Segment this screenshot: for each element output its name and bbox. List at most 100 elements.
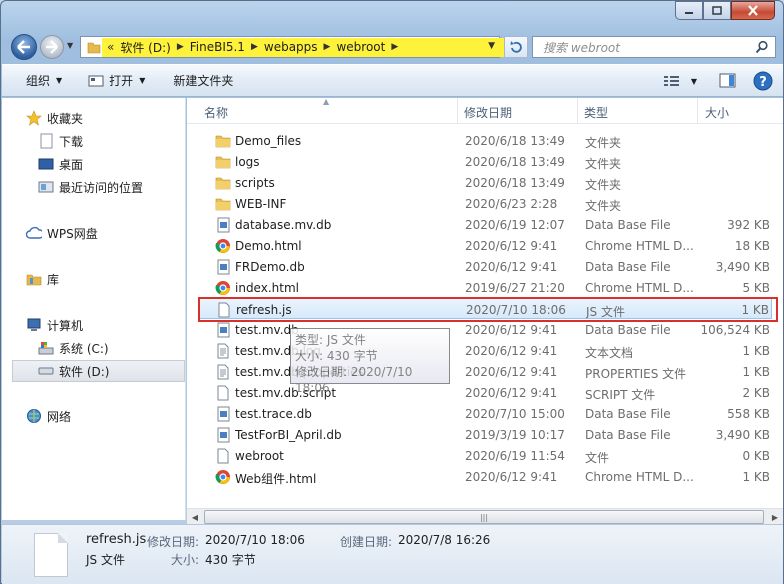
file-row[interactable]: database.mv.db 2020/6/19 12:07 Data Base F… — [198, 214, 772, 235]
file-type: Data Base File — [585, 407, 671, 421]
address-bar[interactable]: « 软件 (D:) ▶ FineBI5.1 ▶ webapps ▶ webroo… — [80, 36, 506, 58]
sort-ascending-icon: ▲ — [323, 98, 330, 106]
open-button[interactable]: 打开 ▼ — [78, 69, 155, 93]
column-divider[interactable] — [697, 98, 698, 124]
refresh-button[interactable] — [504, 36, 528, 58]
file-row[interactable]: webroot 2020/6/19 11:54 文件 0 KB — [198, 445, 772, 466]
file-row[interactable]: test.trace.db 2020/7/10 15:00 Data Base Fi… — [198, 403, 772, 424]
file-row[interactable]: test.mv.db.log 2020/6/12 9:41 文本文档 1 KB — [198, 340, 772, 361]
sidebar-item-drive-d[interactable]: 软件 (D:) — [12, 360, 185, 382]
file-size: 3,490 KB — [715, 260, 770, 274]
file-row[interactable]: scripts 2020/6/18 13:49 文件夹 — [198, 172, 772, 193]
folder-icon — [215, 133, 231, 149]
file-row[interactable]: Web组件.html 2020/6/12 9:41 Chrome HTML D...… — [198, 466, 772, 487]
file-type: PROPERTIES 文件 — [585, 367, 687, 381]
search-icon — [755, 40, 768, 54]
chevron-right-icon[interactable]: ▶ — [389, 42, 400, 52]
address-dropdown[interactable]: ▼ — [488, 41, 495, 51]
file-date: 2020/6/12 9:41 — [465, 470, 558, 484]
chevron-right-icon[interactable]: ▶ — [249, 42, 260, 52]
file-size: 2 KB — [742, 386, 770, 400]
tooltip-modified: 修改日期: 2020/7/10 18:06 — [295, 365, 413, 395]
sidebar-item-network[interactable]: 网络 — [26, 405, 185, 427]
chrome-icon — [215, 238, 231, 254]
file-name: Demo_files — [235, 134, 302, 148]
sidebar-label: 最近访问的位置 — [59, 180, 144, 195]
column-type[interactable]: 类型 — [584, 104, 608, 121]
breadcrumb-webapps[interactable]: webapps — [260, 40, 322, 54]
file-date: 2020/6/19 11:54 — [465, 449, 565, 463]
sidebar-label: 计算机 — [47, 318, 84, 333]
file-size: 1 KB — [742, 365, 770, 379]
preview-pane-icon[interactable] — [719, 73, 737, 89]
column-date[interactable]: 修改日期 — [464, 104, 512, 121]
sidebar-item-computer[interactable]: 计算机 — [26, 314, 185, 336]
file-date: 2020/6/12 9:41 — [465, 239, 558, 253]
horizontal-scrollbar[interactable]: ◀ ||| ▶ — [187, 508, 783, 524]
chevron-down-icon[interactable]: ▼ — [691, 77, 697, 86]
file-size: 558 KB — [727, 407, 770, 421]
sidebar-label: 桌面 — [59, 157, 84, 172]
column-size[interactable]: 大小 — [705, 104, 729, 121]
file-row[interactable]: TestForBI_April.db 2019/3/19 10:17 Data Ba… — [198, 424, 772, 445]
chevron-right-icon[interactable]: ▶ — [322, 42, 333, 52]
close-button[interactable] — [731, 1, 775, 20]
organize-button[interactable]: 组织 ▼ — [16, 69, 72, 93]
sidebar-item-library[interactable]: 库 — [26, 268, 185, 290]
file-row[interactable]: Demo_files 2020/6/18 13:49 文件夹 — [198, 130, 772, 151]
breadcrumb-drive-d[interactable]: 软件 (D:) — [116, 39, 174, 56]
file-size: 3,490 KB — [715, 428, 770, 442]
file-row[interactable]: FRDemo.db 2020/6/12 9:41 Data Base File 3,4… — [198, 256, 772, 277]
file-row[interactable]: Demo.html 2020/6/12 9:41 Chrome HTML D... 1… — [198, 235, 772, 256]
file-row[interactable]: index.html 2019/6/27 21:20 Chrome HTML D..… — [198, 277, 772, 298]
file-row[interactable]: WEB-INF 2020/6/23 2:28 文件夹 — [198, 193, 772, 214]
file-size: 1 KB — [742, 470, 770, 484]
minimize-icon — [685, 11, 693, 14]
sidebar-item-downloads[interactable]: 下载 — [38, 130, 185, 152]
file-type: 文件 — [585, 451, 610, 465]
sidebar-item-favorites[interactable]: 收藏夹 — [26, 107, 185, 129]
close-icon — [748, 5, 758, 16]
column-name[interactable]: 名称 — [204, 104, 228, 121]
chevron-down-icon: ▼ — [139, 76, 146, 85]
file-name: FRDemo.db — [235, 260, 305, 274]
breadcrumb-webroot[interactable]: webroot — [332, 40, 389, 54]
column-divider[interactable] — [457, 98, 458, 124]
scroll-thumb[interactable]: ||| — [204, 510, 764, 524]
breadcrumb-finebi[interactable]: FineBI5.1 — [186, 40, 249, 54]
chrome-icon — [215, 280, 231, 296]
file-row[interactable]: test.mv.db 2020/6/12 9:41 Data Base File 10… — [198, 319, 772, 340]
sidebar-item-drive-c[interactable]: 系统 (C:) — [38, 337, 185, 359]
sidebar-item-recent[interactable]: 最近访问的位置 — [38, 176, 185, 198]
open-label: 打开 — [109, 74, 134, 88]
file-type: Chrome HTML D... — [585, 239, 694, 253]
file-row[interactable]: test.mv.db.properties2020/6/12 9:41PROPE… — [198, 361, 772, 382]
scroll-right-button[interactable]: ▶ — [767, 510, 783, 524]
details-created-label: 创建日期: — [340, 535, 393, 549]
cloud-icon — [26, 225, 42, 241]
forward-button[interactable] — [40, 35, 64, 59]
file-date: 2019/6/27 21:20 — [465, 281, 565, 295]
scroll-left-button[interactable]: ◀ — [187, 510, 203, 524]
minimize-button[interactable] — [675, 1, 703, 20]
organize-label: 组织 — [26, 74, 51, 88]
back-button[interactable] — [11, 34, 37, 60]
column-divider[interactable] — [577, 98, 578, 124]
navigation-pane: 收藏夹 下载 桌面 最近访问的位置 WPS网盘 库 计算机 系统 (C:) 软件… — [2, 98, 186, 520]
maximize-button[interactable] — [703, 1, 731, 20]
file-row[interactable]: test.mv.db.script 2020/6/12 9:41 SCRIPT 文件… — [198, 382, 772, 403]
new-folder-button[interactable]: 新建文件夹 — [163, 69, 243, 93]
file-size: 0 KB — [742, 449, 770, 463]
recent-pages-dropdown[interactable]: ▼ — [67, 41, 77, 51]
view-options-icon[interactable] — [663, 74, 681, 88]
sidebar-label: 库 — [47, 272, 60, 287]
sidebar-item-desktop[interactable]: 桌面 — [38, 153, 185, 175]
sidebar-item-wps[interactable]: WPS网盘 — [26, 222, 185, 244]
breadcrumb-overflow[interactable]: « — [101, 40, 116, 54]
chevron-right-icon[interactable]: ▶ — [175, 42, 186, 52]
search-input[interactable]: 搜索 webroot — [532, 36, 776, 58]
help-icon[interactable]: ? — [753, 71, 773, 91]
file-name: WEB-INF — [235, 197, 287, 211]
database-file-icon — [215, 217, 231, 233]
file-row[interactable]: logs 2020/6/18 13:49 文件夹 — [198, 151, 772, 172]
